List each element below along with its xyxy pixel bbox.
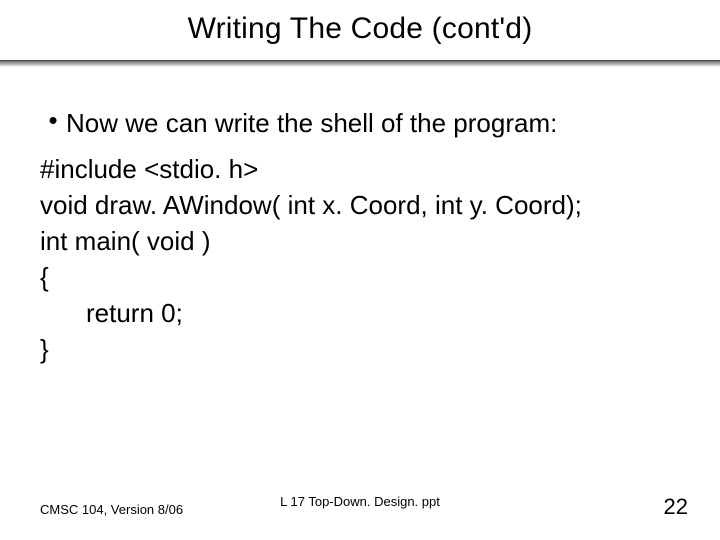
content-area: • Now we can write the shell of the prog…: [0, 67, 720, 367]
bullet-text: Now we can write the shell of the progra…: [66, 105, 557, 141]
bullet-glyph: •: [40, 105, 66, 135]
code-line-main: int main( void ): [40, 223, 680, 259]
code-line-prototype: void draw. AWindow( int x. Coord, int y.…: [40, 187, 680, 223]
footer: CMSC 104, Version 8/06 L 17 Top-Down. De…: [0, 494, 720, 520]
title-underline: [0, 60, 720, 67]
code-line-include: #include <stdio. h>: [40, 151, 680, 187]
code-line-return: return 0;: [40, 295, 680, 331]
code-line-open-brace: {: [40, 259, 680, 295]
code-line-close-brace: }: [40, 331, 680, 367]
slide-title: Writing The Code (cont'd): [0, 12, 720, 46]
footer-center: L 17 Top-Down. Design. ppt: [0, 494, 720, 509]
bullet-row: • Now we can write the shell of the prog…: [40, 105, 680, 141]
title-area: Writing The Code (cont'd): [0, 0, 720, 46]
slide: Writing The Code (cont'd) • Now we can w…: [0, 0, 720, 540]
